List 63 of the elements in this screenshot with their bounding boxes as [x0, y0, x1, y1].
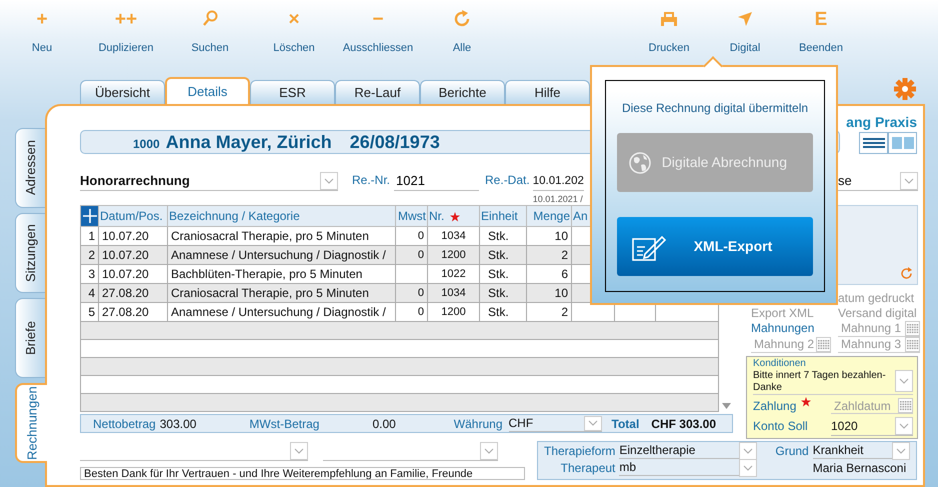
field-label: Konto Soll [753, 418, 808, 435]
table-cell: 4 [88, 286, 95, 300]
table-cell: Stk. [488, 305, 509, 319]
table-cell: 10.07.20 [102, 229, 149, 243]
table-cell: Craniosacral Therapie, pro 5 Minuten [171, 229, 369, 243]
conditions-text: Bitte innert 7 Tagen bezahlen-Danke [753, 370, 887, 394]
table-cell: 27.08.20 [102, 305, 149, 319]
field-label: Therapeut [560, 462, 616, 474]
popover-title: Diese Rechnung digital übermitteln [622, 100, 808, 117]
totals-text: 303.00 [160, 416, 196, 432]
table-cell: Anamnese / Untersuchung / Diagnostik / [171, 248, 386, 262]
totals-text: MWst-Betrag [249, 416, 320, 432]
totals-text: Nettobetrag [93, 416, 156, 432]
field-label: Grund [775, 444, 809, 458]
date-note: 10.01.2021 / [532, 193, 584, 206]
table-cell: Stk. [488, 229, 509, 243]
table-cell: 0 [418, 286, 424, 299]
table-cell: 5 [88, 305, 95, 319]
table-cell: 2 [88, 248, 95, 262]
table-cell: 1022 [441, 268, 466, 280]
table-cell: 2 [561, 305, 568, 319]
glyph-icon: E [814, 10, 828, 28]
table-cell: 2 [561, 248, 568, 262]
table-cell: 27.08.20 [102, 286, 149, 300]
table-cell: Stk. [488, 286, 509, 300]
table-cell: Anamnese / Untersuchung / Diagnostik / [171, 305, 386, 319]
glyph-icon: − [372, 10, 384, 28]
table-cell: 1034 [441, 286, 466, 299]
field-label: Mahnungen [751, 321, 816, 337]
table-cell: 1034 [441, 230, 466, 242]
table-cell: 10 [554, 286, 568, 300]
table-cell: 6 [561, 267, 568, 281]
panel-title: Konditionen [753, 358, 807, 370]
field-label: Re.-Dat. [485, 172, 530, 189]
table-cell: 1200 [441, 248, 466, 261]
status-text: Export XML [751, 306, 815, 321]
table-cell: Stk. [488, 248, 509, 262]
table-cell: 10.07.20 [102, 267, 149, 281]
glyph-icon: + [36, 10, 48, 28]
field-label: Re.-Nr. [352, 172, 390, 189]
table-cell: 10.07.20 [102, 248, 149, 262]
status-text: atum gedruckt [838, 291, 916, 306]
totals-text: CHF 303.00 [651, 416, 716, 432]
glyph-icon: ++ [114, 10, 138, 28]
table-cell: 0 [418, 230, 424, 242]
therapist-name: Maria Bernasconi [812, 462, 908, 474]
totals-text: Total [612, 416, 640, 432]
glyph-icon: × [288, 10, 300, 28]
status-text: Versand digital [838, 306, 918, 321]
table-cell: 10 [554, 229, 568, 243]
totals-text: 0.00 [372, 416, 396, 432]
table-cell: Stk. [488, 267, 509, 281]
table-cell: 0 [418, 306, 424, 318]
table-cell: 1200 [441, 306, 466, 318]
field-label: Zahlung [753, 397, 812, 415]
table-cell: 3 [88, 267, 95, 281]
field-label: Therapieform [544, 444, 616, 458]
table-cell: 1 [88, 229, 95, 243]
totals-text: Währung [454, 416, 502, 432]
practice-title: ang Praxis [846, 114, 917, 130]
table-cell: 0 [418, 248, 424, 261]
table-cell: Craniosacral Therapie, pro 5 Minuten [171, 286, 369, 300]
table-cell: Bachblüten-Therapie, pro 5 Minuten [171, 267, 362, 281]
